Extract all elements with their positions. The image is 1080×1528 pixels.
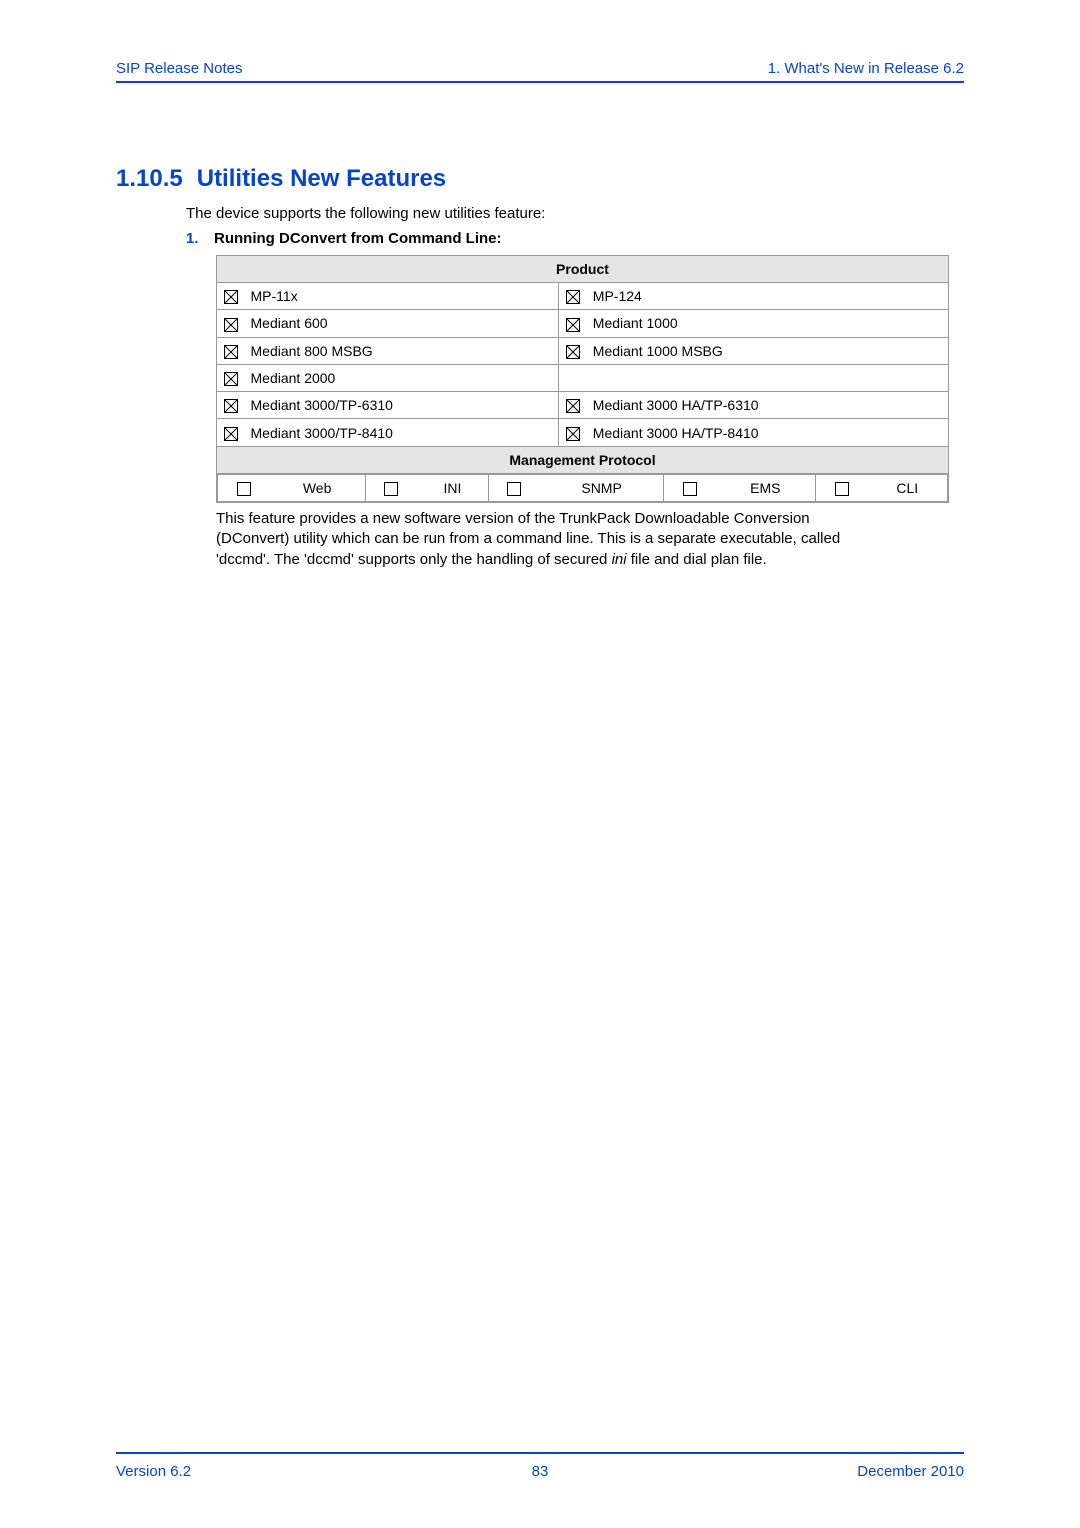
checkbox-checked-icon (224, 318, 238, 332)
checkbox-unchecked-icon (835, 482, 849, 496)
mgmt-label: CLI (867, 474, 947, 501)
item-number: 1. (186, 230, 214, 247)
checkbox-cell (559, 392, 587, 419)
feature-item: 1.Running DConvert from Command Line: (186, 230, 964, 247)
checkbox-unchecked-icon (384, 482, 398, 496)
table-row: Mediant 600 Mediant 1000 (217, 310, 949, 337)
mgmt-label: SNMP (540, 474, 663, 501)
mgmt-label: EMS (716, 474, 816, 501)
table-row: Mediant 800 MSBG Mediant 1000 MSBG (217, 337, 949, 364)
footer-page-number: 83 (532, 1463, 549, 1480)
section-number: 1.10.5 (116, 165, 183, 193)
checkbox-unchecked-icon (683, 482, 697, 496)
checkbox-checked-icon (566, 345, 580, 359)
header-right: 1. What's New in Release 6.2 (768, 60, 964, 77)
table-row: MP-11x MP-124 (217, 283, 949, 310)
checkbox-checked-icon (566, 318, 580, 332)
page-footer: Version 6.2 83 December 2010 (116, 1463, 964, 1480)
product-label: Mediant 3000 HA/TP-6310 (587, 392, 949, 419)
section-heading: 1.10.5 Utilities New Features (116, 165, 964, 193)
mgmt-label: Web (270, 474, 366, 501)
checkbox-cell (217, 392, 245, 419)
mgmt-header-row: Management Protocol (217, 446, 949, 473)
product-label: MP-124 (587, 283, 949, 310)
feature-description: This feature provides a new software ver… (216, 509, 886, 570)
product-label: Mediant 800 MSBG (245, 337, 559, 364)
checkbox-cell (217, 337, 245, 364)
page-header: SIP Release Notes 1. What's New in Relea… (116, 60, 964, 83)
mgmt-checkbox-cell (488, 474, 540, 501)
product-label: Mediant 600 (245, 310, 559, 337)
product-label: MP-11x (245, 283, 559, 310)
checkbox-checked-icon (224, 399, 238, 413)
mgmt-checkbox-cell (218, 474, 270, 501)
product-label: Mediant 3000 HA/TP-8410 (587, 419, 949, 446)
product-label: Mediant 1000 MSBG (587, 337, 949, 364)
checkbox-cell-empty (559, 364, 587, 391)
desc-italic: ini (612, 551, 627, 568)
checkbox-cell (217, 283, 245, 310)
product-label: Mediant 3000/TP-8410 (245, 419, 559, 446)
checkbox-checked-icon (566, 427, 580, 441)
product-table: Product MP-11x MP-124 Mediant 600 Median… (216, 255, 949, 503)
header-left: SIP Release Notes (116, 60, 242, 77)
footer-divider (116, 1452, 964, 1454)
checkbox-cell (559, 310, 587, 337)
product-label: Mediant 2000 (245, 364, 559, 391)
product-label-empty (587, 364, 949, 391)
product-label: Mediant 1000 (587, 310, 949, 337)
footer-date: December 2010 (857, 1463, 964, 1480)
checkbox-checked-icon (224, 372, 238, 386)
checkbox-cell (217, 364, 245, 391)
checkbox-checked-icon (566, 399, 580, 413)
checkbox-unchecked-icon (507, 482, 521, 496)
product-label: Mediant 3000/TP-6310 (245, 392, 559, 419)
mgmt-row: Web INI SNMP EMS CLI (217, 473, 949, 502)
checkbox-checked-icon (224, 345, 238, 359)
checkbox-cell (559, 337, 587, 364)
mgmt-protocol-header: Management Protocol (217, 446, 949, 473)
mgmt-checkbox-cell (365, 474, 417, 501)
mgmt-checkbox-cell (815, 474, 867, 501)
checkbox-cell (217, 310, 245, 337)
table-row: Mediant 3000/TP-8410 Mediant 3000 HA/TP-… (217, 419, 949, 446)
checkbox-unchecked-icon (237, 482, 251, 496)
item-label: Running DConvert from Command Line: (214, 230, 502, 247)
table-row: Mediant 2000 (217, 364, 949, 391)
intro-text: The device supports the following new ut… (186, 205, 964, 222)
checkbox-checked-icon (224, 427, 238, 441)
checkbox-cell (217, 419, 245, 446)
desc-text-b: file and dial plan file. (627, 551, 767, 568)
product-header-row: Product (217, 256, 949, 283)
product-header: Product (217, 256, 949, 283)
checkbox-checked-icon (224, 290, 238, 304)
table-row: Mediant 3000/TP-6310 Mediant 3000 HA/TP-… (217, 392, 949, 419)
mgmt-label: INI (417, 474, 488, 501)
mgmt-checkbox-cell (664, 474, 716, 501)
checkbox-checked-icon (566, 290, 580, 304)
section-title: Utilities New Features (197, 165, 446, 192)
checkbox-cell (559, 283, 587, 310)
checkbox-cell (559, 419, 587, 446)
footer-version: Version 6.2 (116, 1463, 191, 1480)
